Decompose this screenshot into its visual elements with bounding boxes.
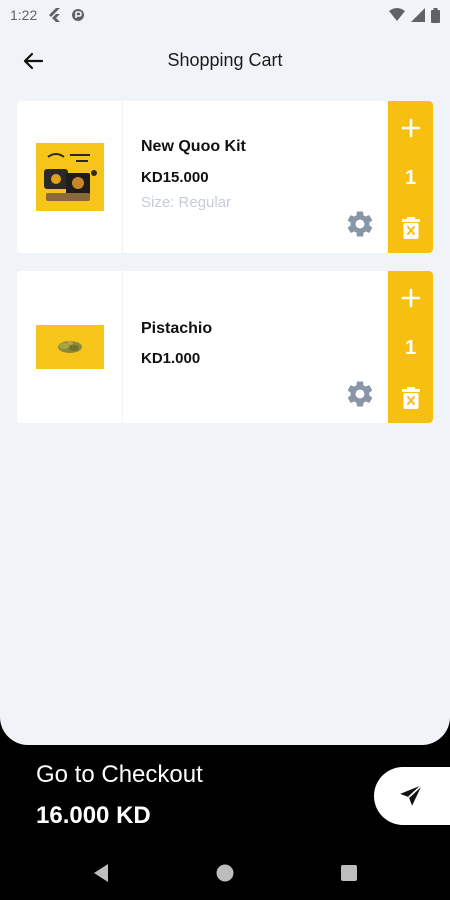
gear-icon bbox=[347, 381, 373, 407]
square-recents-icon bbox=[341, 864, 357, 881]
page-title: Shopping Cart bbox=[167, 50, 283, 70]
product-name: New Quoo Kit bbox=[141, 138, 246, 155]
app-notification-icon bbox=[72, 9, 85, 21]
quantity-stepper: 1 bbox=[388, 101, 433, 253]
product-price: KD1.000 bbox=[141, 350, 201, 367]
status-bar: 1:22 bbox=[0, 0, 450, 30]
quantity-value: 1 bbox=[404, 336, 417, 359]
cart-item: Pistachio KD1.000 1 bbox=[17, 271, 433, 423]
battery-icon bbox=[431, 7, 440, 23]
trash-icon bbox=[401, 217, 420, 239]
checkout-bar: Go to Checkout 16.000 KD bbox=[0, 745, 450, 845]
flutter-icon bbox=[49, 8, 61, 22]
product-size: Size: Regular bbox=[141, 194, 232, 211]
increase-quantity-button[interactable] bbox=[396, 113, 426, 143]
send-icon bbox=[400, 784, 423, 806]
nav-home-button[interactable] bbox=[213, 861, 237, 885]
product-image bbox=[35, 325, 104, 369]
product-image-area[interactable] bbox=[17, 101, 123, 253]
product-image bbox=[35, 143, 104, 211]
system-nav-bar bbox=[0, 845, 450, 900]
delete-item-button[interactable] bbox=[396, 383, 426, 413]
checkout-label: Go to Checkout bbox=[36, 761, 203, 788]
circle-home-icon bbox=[216, 864, 234, 881]
gear-icon bbox=[347, 211, 373, 237]
signal-icon bbox=[411, 8, 425, 22]
app-bar: Shopping Cart bbox=[0, 38, 450, 84]
quantity-stepper: 1 bbox=[388, 271, 433, 423]
wifi-icon bbox=[389, 8, 405, 21]
cart-item: New Quoo Kit KD15.000 Size: Regular 1 bbox=[17, 101, 433, 253]
product-name: Pistachio bbox=[141, 320, 213, 337]
plus-icon bbox=[401, 288, 420, 308]
quantity-value: 1 bbox=[404, 166, 417, 189]
status-time: 1:22 bbox=[10, 7, 38, 23]
checkout-button[interactable] bbox=[374, 767, 450, 825]
nav-back-button[interactable] bbox=[89, 861, 113, 885]
app-screen: 1:22 Shopping Cart New Quoo Kit KD15.000… bbox=[0, 0, 450, 745]
checkout-total: 16.000 KD bbox=[36, 802, 151, 829]
settings-button[interactable] bbox=[345, 209, 375, 239]
product-price: KD15.000 bbox=[141, 169, 209, 186]
plus-icon bbox=[401, 118, 420, 138]
nav-recents-button[interactable] bbox=[337, 861, 361, 885]
triangle-back-icon bbox=[94, 863, 108, 882]
trash-icon bbox=[401, 387, 420, 409]
delete-item-button[interactable] bbox=[396, 213, 426, 243]
settings-button[interactable] bbox=[345, 379, 375, 409]
increase-quantity-button[interactable] bbox=[396, 283, 426, 313]
product-image-area[interactable] bbox=[17, 271, 123, 423]
